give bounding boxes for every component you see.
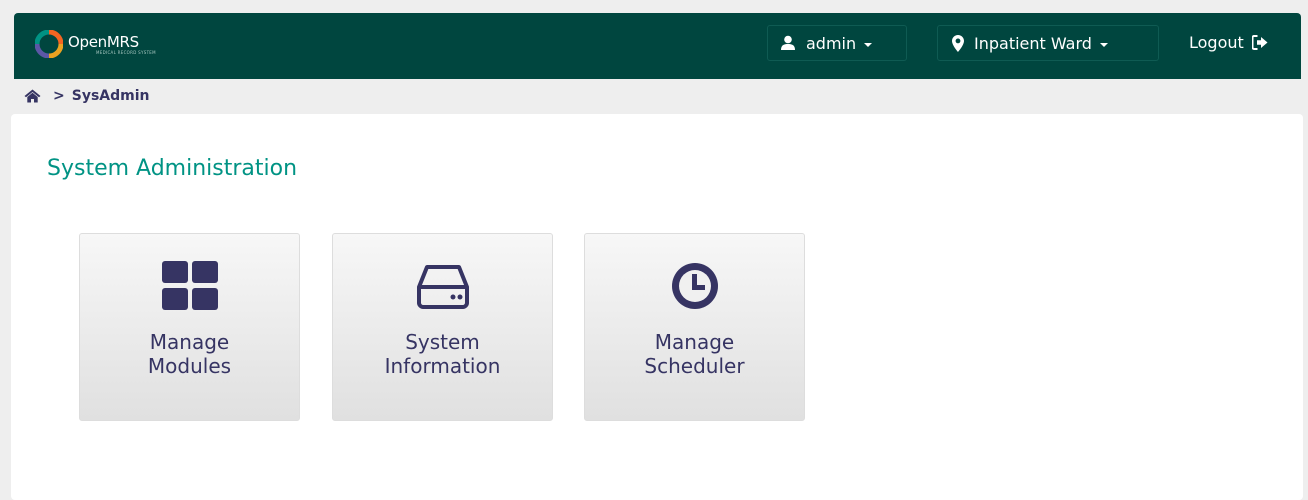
tile-label: Manage Modules (147, 330, 232, 378)
map-marker-icon (952, 34, 964, 52)
page-title: System Administration (47, 156, 298, 181)
caret-down-icon (1099, 43, 1108, 47)
logo-tagline: MEDICAL RECORD SYSTEM (96, 49, 156, 55)
clock-icon (671, 263, 718, 309)
openmrs-logo[interactable]: OpenMRS MEDICAL RECORD SYSTEM (35, 30, 156, 58)
tile-label: System Information (384, 330, 501, 378)
sign-out-icon (1251, 35, 1268, 50)
tile-label: Manage Scheduler (644, 330, 745, 378)
user-menu-label: admin (806, 33, 857, 53)
grid-icon (161, 261, 218, 310)
caret-down-icon (864, 43, 873, 47)
manage-modules-tile[interactable]: Manage Modules (79, 233, 300, 421)
logo-name: OpenMRS (68, 32, 139, 51)
breadcrumb-current: SysAdmin (71, 88, 150, 104)
hard-drive-icon (416, 265, 469, 309)
logout-link[interactable]: Logout (1189, 33, 1268, 52)
location-menu-label: Inpatient Ward (974, 33, 1092, 53)
user-menu-button[interactable]: admin (767, 25, 907, 61)
system-information-tile[interactable]: System Information (332, 233, 553, 421)
breadcrumb-separator: > (53, 88, 65, 104)
user-icon (781, 35, 795, 50)
manage-scheduler-tile[interactable]: Manage Scheduler (584, 233, 805, 421)
logout-label: Logout (1189, 33, 1244, 52)
home-icon[interactable] (24, 89, 41, 103)
top-header: OpenMRS MEDICAL RECORD SYSTEM admin Inpa… (14, 13, 1301, 79)
breadcrumb: > SysAdmin (24, 86, 150, 106)
main-content: System Administration Manage Modules Sys… (11, 114, 1303, 500)
openmrs-logo-icon (35, 30, 63, 58)
location-menu-button[interactable]: Inpatient Ward (937, 25, 1159, 61)
